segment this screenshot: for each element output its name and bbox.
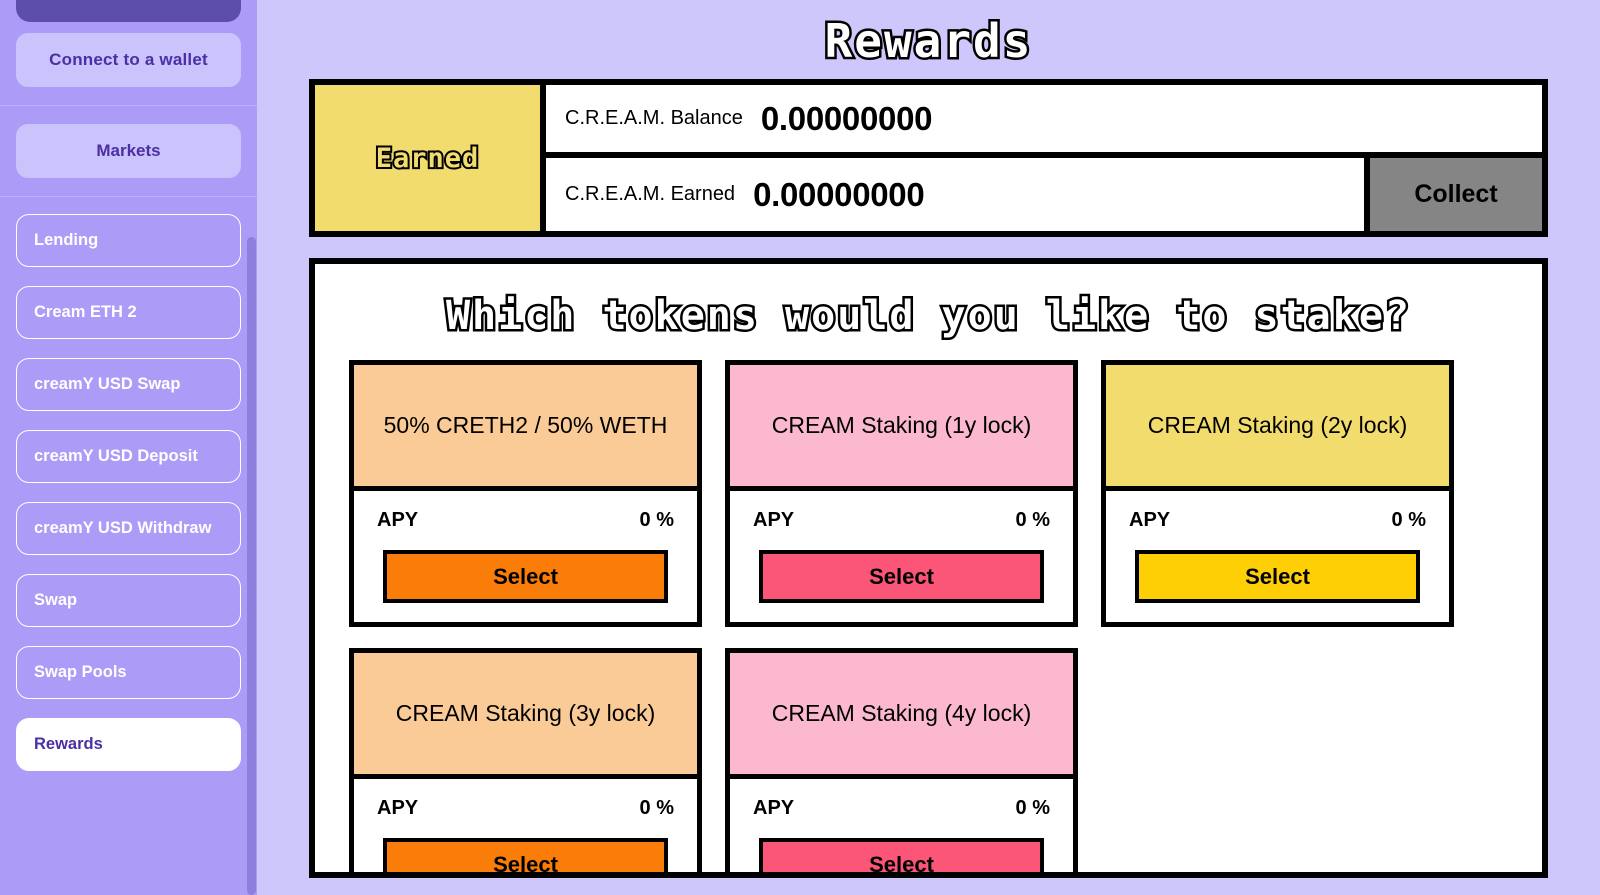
markets-button[interactable]: Markets bbox=[16, 124, 241, 178]
page-title: Rewards bbox=[822, 14, 1033, 68]
cream-balance-value: 0.00000000 bbox=[760, 99, 933, 137]
apy-label: APY bbox=[377, 797, 419, 819]
cream-earned-value: 0.00000000 bbox=[753, 175, 925, 213]
apy-label: APY bbox=[753, 509, 795, 531]
apy-row: APY 0 % bbox=[377, 797, 674, 820]
stake-card-body: APY 0 % Select bbox=[354, 491, 697, 622]
cream-balance-row: C.R.E.A.M. Balance 0.00000000 bbox=[546, 85, 1542, 158]
sidebar-item-lending[interactable]: Lending bbox=[16, 214, 241, 267]
sidebar-item-label: Cream ETH 2 bbox=[34, 302, 137, 321]
sidebar-item-label: creamY USD Deposit bbox=[34, 446, 198, 465]
stake-card-body: APY 0 % Select bbox=[1106, 491, 1449, 622]
cream-balance-label: C.R.E.A.M. Balance bbox=[565, 107, 743, 129]
select-button[interactable]: Select bbox=[383, 550, 668, 603]
apy-row: APY 0 % bbox=[1129, 509, 1426, 532]
apy-label: APY bbox=[1129, 509, 1171, 531]
sidebar-item-label: Swap Pools bbox=[34, 662, 127, 681]
sidebar-item-label: creamY USD Swap bbox=[34, 374, 181, 393]
sidebar-item-label: Rewards bbox=[34, 734, 103, 753]
sidebar-item-swap-pools[interactable]: Swap Pools bbox=[16, 646, 241, 699]
stake-card-title: CREAM Staking (1y lock) bbox=[730, 365, 1073, 491]
stake-card-title: CREAM Staking (2y lock) bbox=[1106, 365, 1449, 491]
sidebar-item-label: Swap bbox=[34, 590, 78, 609]
stake-card-grid: 50% CRETH2 / 50% WETH APY 0 % Select CRE… bbox=[349, 360, 1508, 872]
stake-card[interactable]: 50% CRETH2 / 50% WETH APY 0 % Select bbox=[349, 360, 702, 627]
stake-card[interactable]: CREAM Staking (2y lock) APY 0 % Select bbox=[1101, 360, 1454, 627]
sidebar-nav: Lending Cream ETH 2 creamY USD Swap crea… bbox=[16, 214, 241, 771]
rewards-balance-card: Earned C.R.E.A.M. Balance 0.00000000 C.R… bbox=[309, 79, 1548, 237]
stake-card[interactable]: CREAM Staking (3y lock) APY 0 % Select bbox=[349, 648, 702, 872]
select-button[interactable]: Select bbox=[759, 838, 1044, 872]
apy-label: APY bbox=[753, 797, 795, 819]
apy-value: 0 % bbox=[639, 797, 674, 819]
stake-card-title: CREAM Staking (3y lock) bbox=[354, 653, 697, 779]
stake-card-body: APY 0 % Select bbox=[354, 779, 697, 872]
balance-rows: C.R.E.A.M. Balance 0.00000000 C.R.E.A.M.… bbox=[546, 85, 1542, 231]
earned-badge: Earned bbox=[315, 85, 546, 231]
stake-card-body: APY 0 % Select bbox=[730, 779, 1073, 872]
sidebar-item-label: Lending bbox=[34, 230, 99, 249]
sidebar-scrollbar[interactable] bbox=[247, 0, 256, 895]
cream-earned-label: C.R.E.A.M. Earned bbox=[565, 183, 736, 205]
sidebar: Connect to a wallet Markets Lending Crea… bbox=[0, 0, 257, 895]
sidebar-inner: Connect to a wallet Markets Lending Crea… bbox=[0, 0, 257, 871]
earned-badge-label: Earned bbox=[374, 141, 481, 176]
apy-value: 0 % bbox=[1015, 509, 1050, 531]
sidebar-item-creamy-usd-swap[interactable]: creamY USD Swap bbox=[16, 358, 241, 411]
sidebar-divider-top bbox=[0, 105, 257, 106]
cream-earned-row: C.R.E.A.M. Earned 0.00000000 Collect bbox=[546, 158, 1542, 231]
sidebar-item-cream-eth-2[interactable]: Cream ETH 2 bbox=[16, 286, 241, 339]
sidebar-scrollbar-thumb[interactable] bbox=[247, 237, 256, 895]
apy-row: APY 0 % bbox=[753, 509, 1050, 532]
sidebar-item-swap[interactable]: Swap bbox=[16, 574, 241, 627]
wallet-chip[interactable] bbox=[16, 0, 241, 22]
apy-value: 0 % bbox=[639, 509, 674, 531]
apy-label: APY bbox=[377, 509, 419, 531]
stake-panel: Which tokens would you like to stake? 50… bbox=[309, 258, 1548, 878]
stake-panel-heading: Which tokens would you like to stake? bbox=[443, 293, 1412, 339]
sidebar-item-label: creamY USD Withdraw bbox=[34, 518, 212, 537]
sidebar-item-creamy-usd-deposit[interactable]: creamY USD Deposit bbox=[16, 430, 241, 483]
stake-card[interactable]: CREAM Staking (1y lock) APY 0 % Select bbox=[725, 360, 1078, 627]
sidebar-item-rewards[interactable]: Rewards bbox=[16, 718, 241, 771]
sidebar-divider-bottom bbox=[0, 196, 257, 197]
select-button[interactable]: Select bbox=[1135, 550, 1420, 603]
sidebar-item-creamy-usd-withdraw[interactable]: creamY USD Withdraw bbox=[16, 502, 241, 555]
apy-row: APY 0 % bbox=[753, 797, 1050, 820]
apy-value: 0 % bbox=[1391, 509, 1426, 531]
select-button[interactable]: Select bbox=[759, 550, 1044, 603]
stake-card-title: CREAM Staking (4y lock) bbox=[730, 653, 1073, 779]
stake-card-body: APY 0 % Select bbox=[730, 491, 1073, 622]
stake-card-title: 50% CRETH2 / 50% WETH bbox=[354, 365, 697, 491]
apy-value: 0 % bbox=[1015, 797, 1050, 819]
connect-wallet-button[interactable]: Connect to a wallet bbox=[16, 33, 241, 87]
main-content: Rewards Earned C.R.E.A.M. Balance 0.0000… bbox=[257, 0, 1600, 895]
select-button[interactable]: Select bbox=[383, 838, 668, 872]
stake-card[interactable]: CREAM Staking (4y lock) APY 0 % Select bbox=[725, 648, 1078, 872]
apy-row: APY 0 % bbox=[377, 509, 674, 532]
collect-button[interactable]: Collect bbox=[1364, 158, 1542, 231]
